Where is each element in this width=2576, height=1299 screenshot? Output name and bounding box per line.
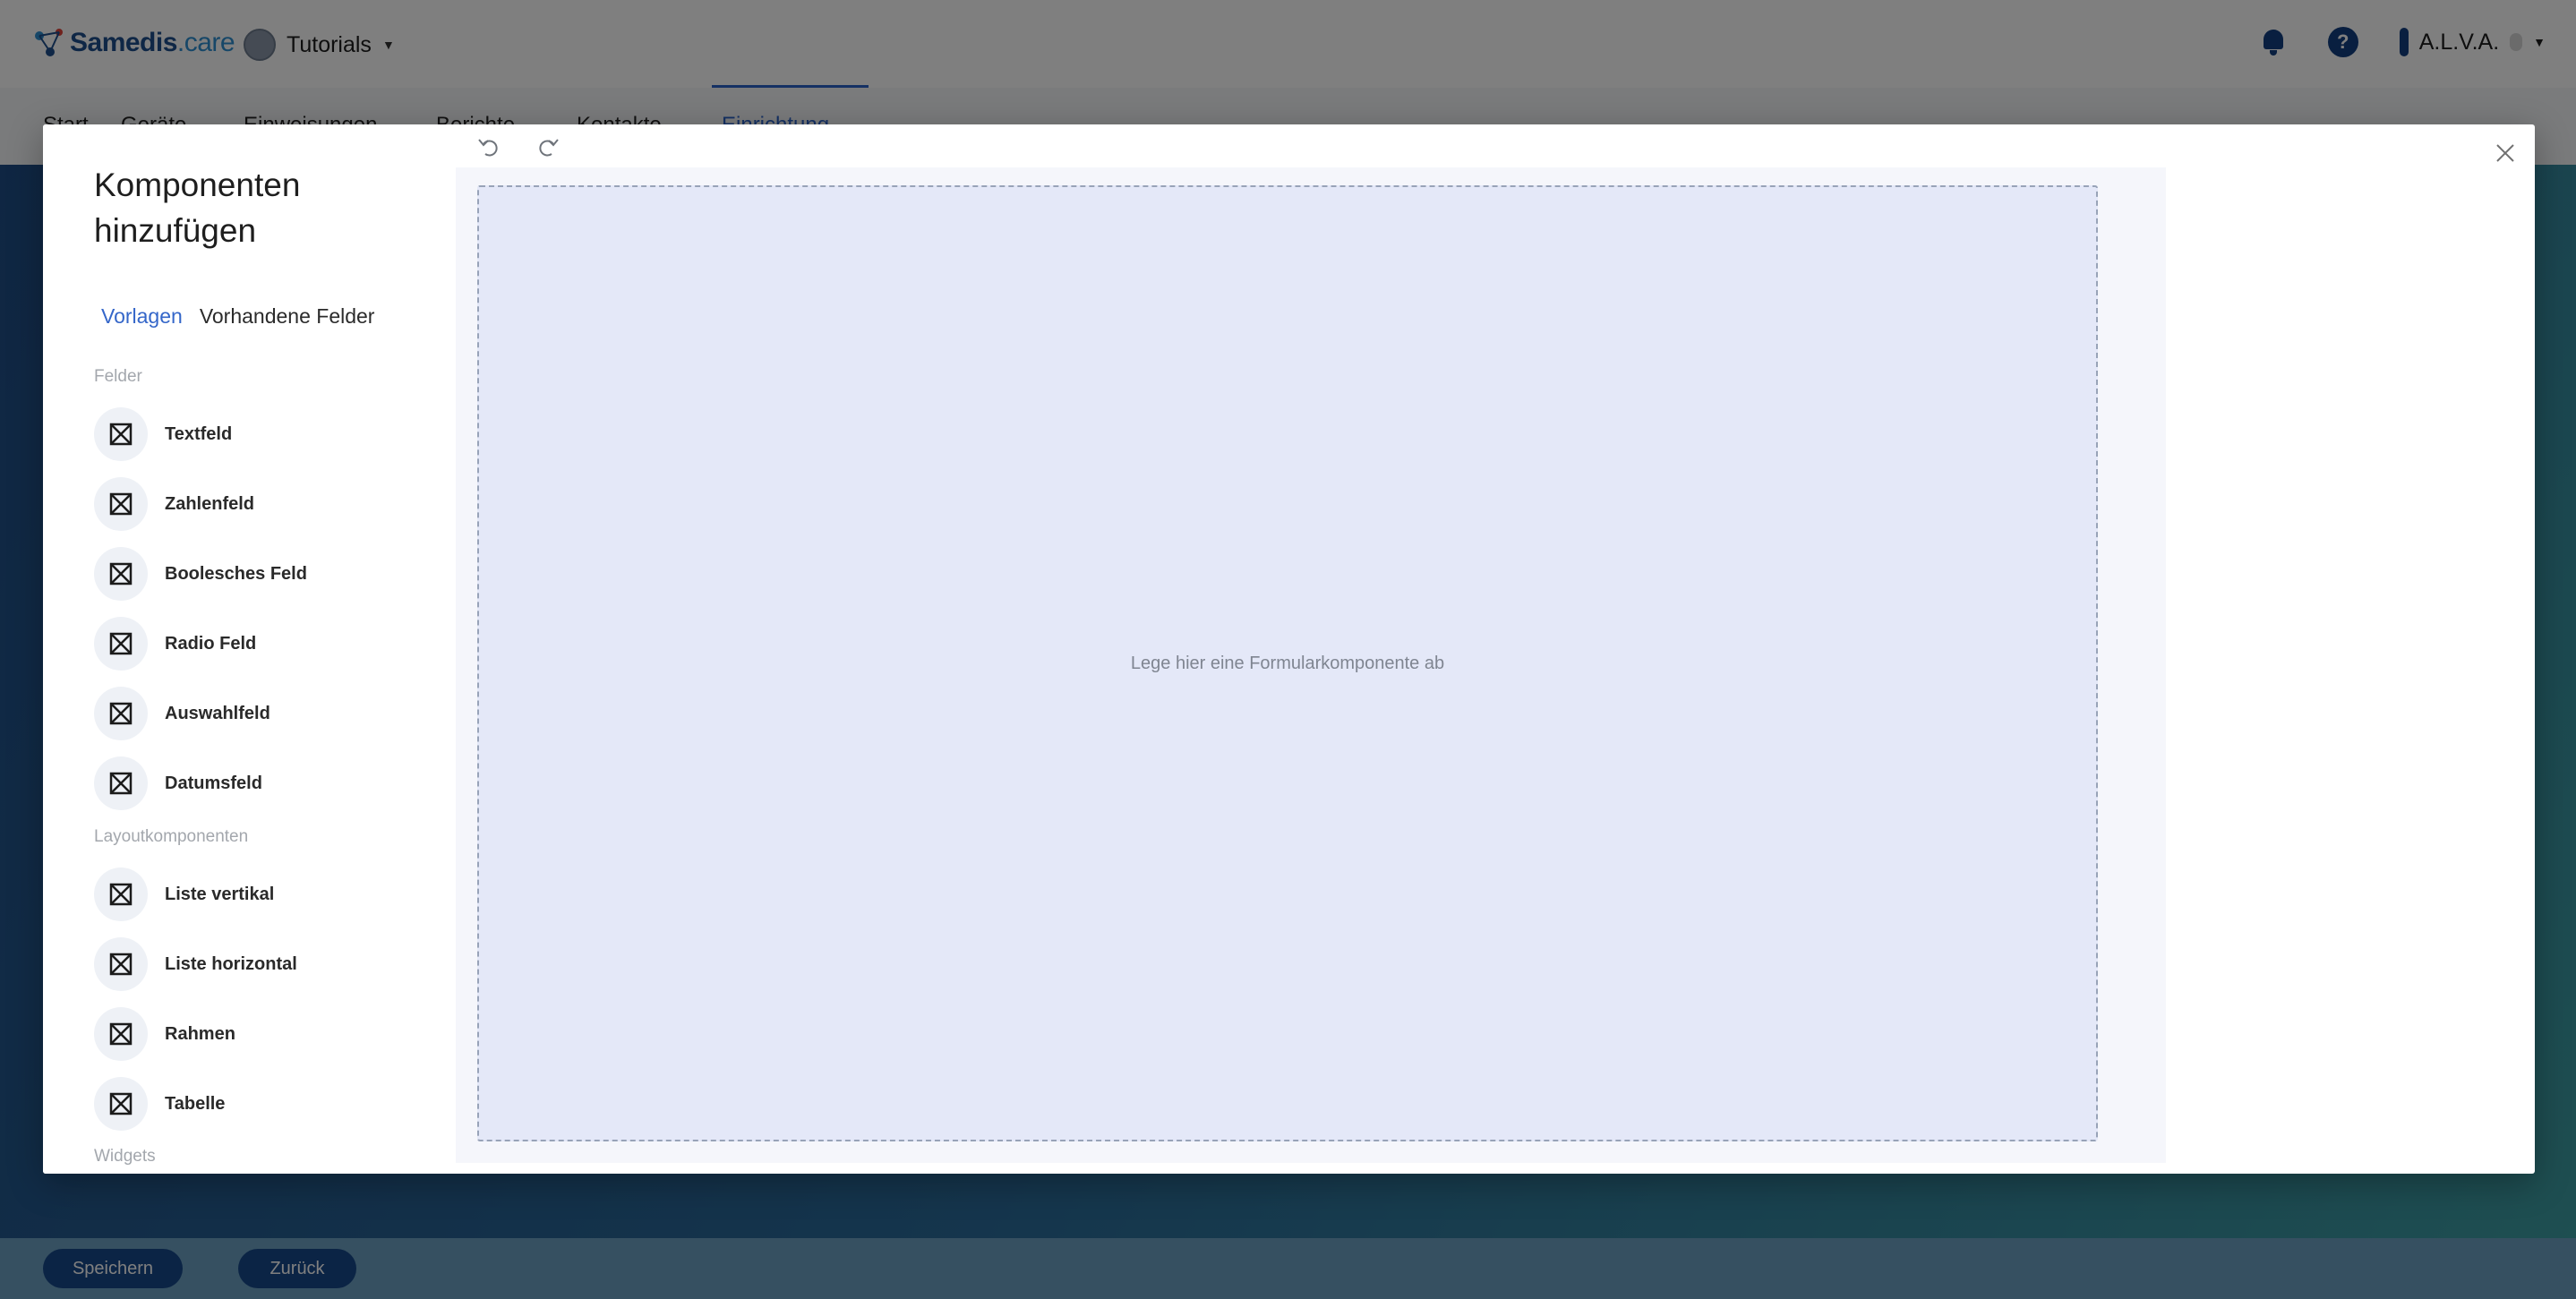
form-canvas: Lege hier eine Formularkomponente ab [456,124,2166,1163]
tab-vorlagen[interactable]: Vorlagen [101,304,183,329]
component-item-radio-feld[interactable]: Radio Feld [94,616,434,671]
placeholder-box-icon [94,937,148,991]
placeholder-box-icon [94,477,148,531]
dialog-title: Komponenten hinzufügen [94,167,301,249]
undo-icon[interactable] [472,130,506,164]
component-item-tabelle[interactable]: Tabelle [94,1076,434,1132]
placeholder-box-icon [94,1007,148,1061]
component-item-auswahlfeld[interactable]: Auswahlfeld [94,686,434,741]
palette-tabs: Vorlagen Vorhandene Felder [101,304,374,329]
canvas-toolbar [456,124,2166,167]
component-label: Boolesches Feld [165,563,307,584]
component-label: Rahmen [165,1023,235,1044]
component-label: Auswahlfeld [165,703,270,723]
section-label-widgets: Widgets [94,1147,156,1166]
component-item-liste-vertikal[interactable]: Liste vertikal [94,867,434,922]
section-label-felder: Felder [94,367,142,386]
placeholder-box-icon [94,1077,148,1131]
component-item-boolesches-feld[interactable]: Boolesches Feld [94,546,434,602]
placeholder-box-icon [94,547,148,601]
component-label: Zahlenfeld [165,493,255,514]
component-label: Liste horizontal [165,953,297,974]
component-item-liste-horizontal[interactable]: Liste horizontal [94,936,434,992]
component-item-textfeld[interactable]: Textfeld [94,406,434,462]
placeholder-box-icon [94,617,148,671]
component-palette: Komponenten hinzufügen Vorlagen Vorhande… [43,124,456,1174]
form-dropzone[interactable]: Lege hier eine Formularkomponente ab [477,185,2098,1141]
component-label: Liste vertikal [165,884,275,904]
placeholder-box-icon [94,407,148,461]
redo-icon[interactable] [531,130,565,164]
add-components-dialog: Komponenten hinzufügen Vorlagen Vorhande… [43,124,2535,1174]
component-item-datumsfeld[interactable]: Datumsfeld [94,756,434,811]
tab-vorhandene-felder[interactable]: Vorhandene Felder [200,304,375,329]
component-item-zahlenfeld[interactable]: Zahlenfeld [94,476,434,532]
component-label: Tabelle [165,1093,226,1114]
placeholder-box-icon [94,756,148,810]
component-label: Textfeld [165,423,233,444]
placeholder-box-icon [94,687,148,740]
placeholder-box-icon [94,867,148,921]
close-icon[interactable] [2489,137,2521,169]
component-label: Radio Feld [165,633,257,654]
dropzone-hint: Lege hier eine Formularkomponente ab [1130,653,1445,673]
component-label: Datumsfeld [165,773,262,793]
section-label-layoutkomponenten: Layoutkomponenten [94,827,249,846]
component-item-rahmen[interactable]: Rahmen [94,1006,434,1062]
